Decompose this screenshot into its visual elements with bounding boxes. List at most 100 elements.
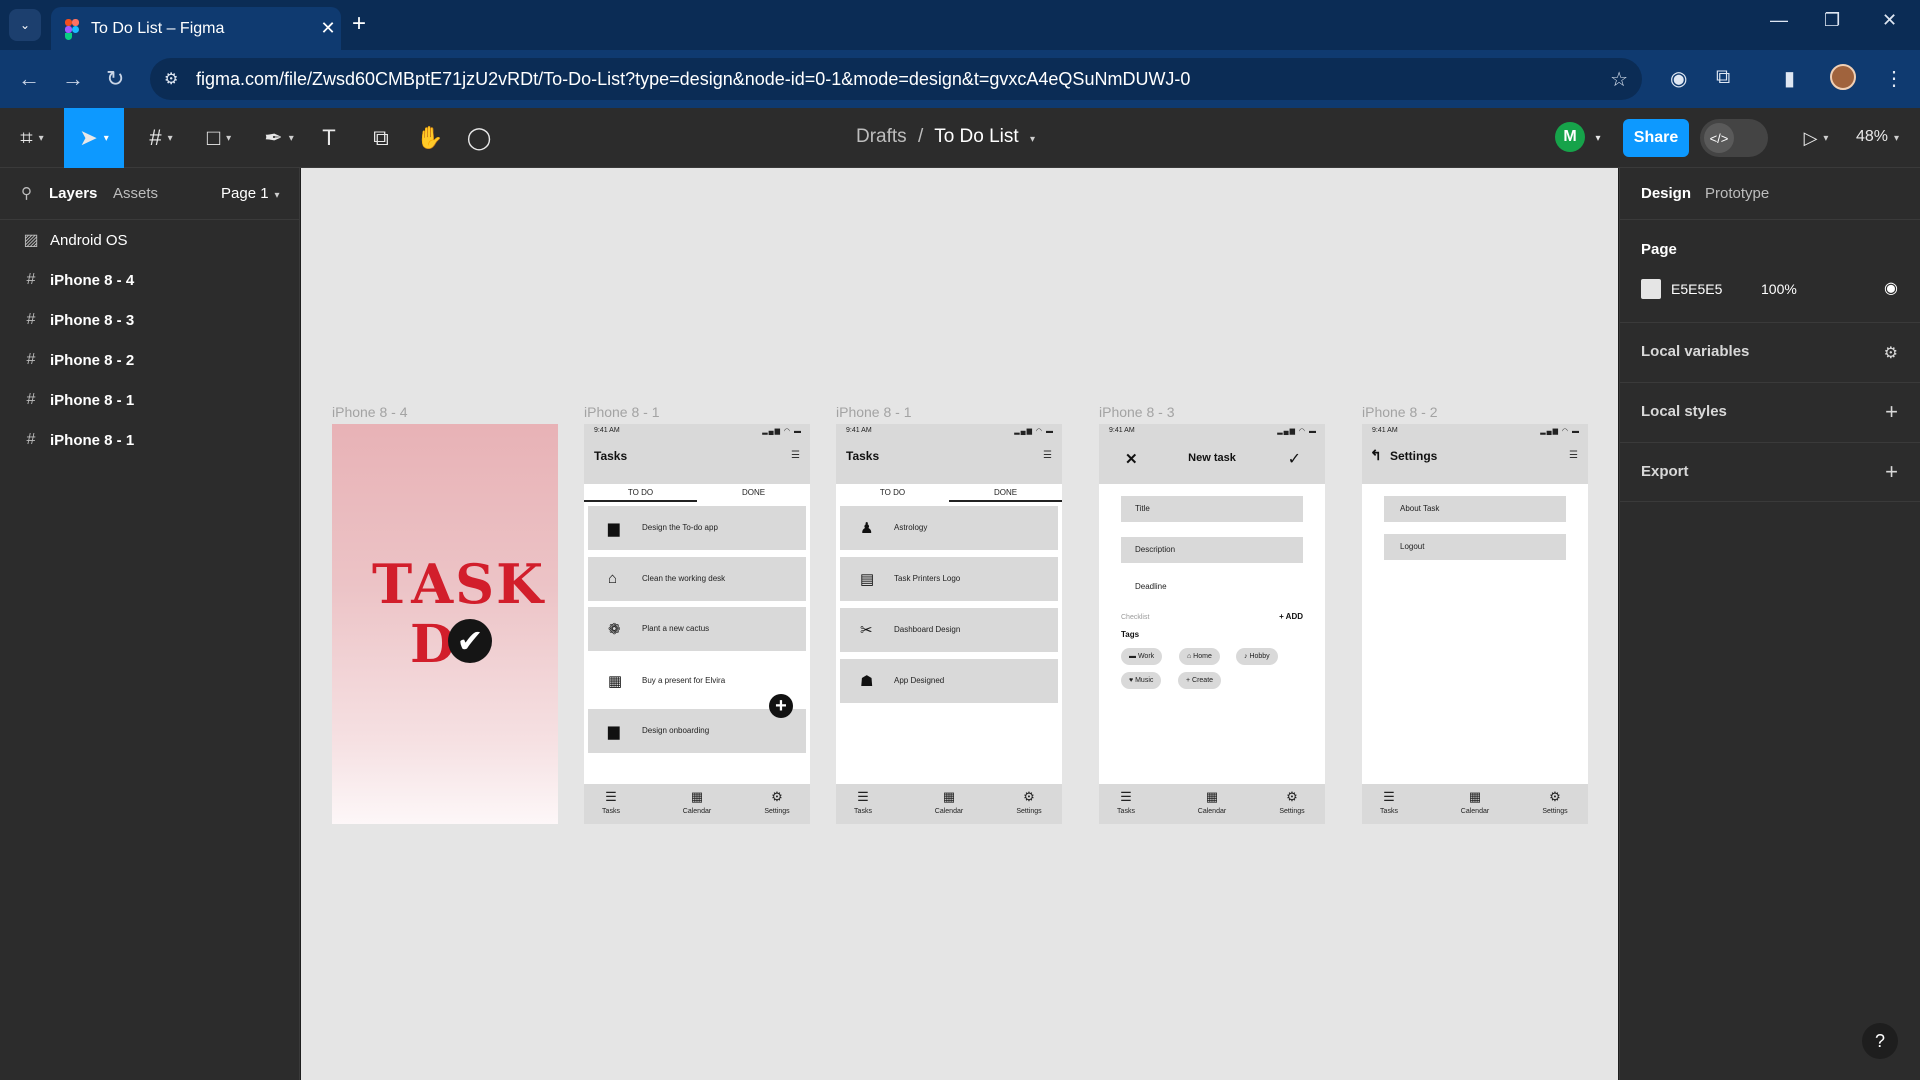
status-time: 9:41 AM (846, 427, 872, 434)
minimize-icon[interactable]: — (1770, 10, 1788, 31)
search-icon[interactable]: ⚲ (21, 184, 32, 202)
comment-tool-icon[interactable]: ◯ (464, 108, 494, 168)
zoom-control[interactable]: 48% ▾ (1856, 128, 1899, 146)
frame-todo-tasks[interactable]: 9:41 AM ▂▄▆ ◠ ▬ Tasks ☰ TO DO DONE ▆ Desi… (584, 424, 810, 824)
help-button[interactable]: ? (1862, 1023, 1898, 1059)
frame-label[interactable]: iPhone 8 - 2 (1362, 404, 1438, 420)
frame-label[interactable]: iPhone 8 - 3 (1099, 404, 1175, 420)
profile-avatar[interactable] (1830, 64, 1856, 90)
frame-done-tasks[interactable]: 9:41 AM ▂▄▆ ◠ ▬ Tasks ☰ TO DO DONE ♟ Astr… (836, 424, 1062, 824)
url-bar[interactable]: ⚙ figma.com/file/Zwsd60CMBptE71jzU2vRDt/… (150, 58, 1642, 100)
close-window-icon[interactable]: ✕ (1882, 10, 1897, 31)
chevron-down-icon[interactable]: ▾ (1030, 134, 1035, 145)
sliders-icon[interactable]: ⚙ (1884, 343, 1898, 363)
sidebar-icon[interactable]: ▮ (1784, 66, 1795, 91)
export-row[interactable]: Export + (1620, 442, 1920, 502)
text-tool-icon[interactable]: T (314, 108, 344, 168)
hand-tool-icon[interactable]: ✋ (415, 108, 445, 168)
eye-icon[interactable]: ◉ (1884, 278, 1898, 298)
page-heading: Page (1641, 241, 1677, 258)
layer-item-iphone-8-3[interactable]: # iPhone 8 - 3 (0, 300, 300, 340)
tag-chip-music: ♥ Music (1121, 672, 1162, 689)
url-text[interactable]: figma.com/file/Zwsd60CMBptE71jzU2vRDt/To… (196, 69, 1190, 90)
forward-icon[interactable]: → (62, 66, 84, 92)
nav-calendar: ▦ Calendar (1450, 789, 1500, 815)
share-button[interactable]: Share (1623, 119, 1689, 157)
nav-calendar: ▦ Calendar (672, 789, 722, 815)
tab-prototype[interactable]: Prototype (1705, 185, 1769, 202)
nav-label: Tasks (1117, 808, 1135, 815)
tab-close-icon[interactable]: ✕ (315, 18, 341, 39)
page-color-hex[interactable]: E5E5E5 (1671, 281, 1722, 297)
bookmark-star-icon[interactable]: ☆ (1610, 67, 1628, 92)
browser-tab-active[interactable]: To Do List – Figma ✕ (51, 7, 341, 50)
site-info-icon[interactable]: ⚙ (164, 69, 178, 89)
local-styles-row[interactable]: Local styles + (1620, 382, 1920, 442)
frame-label[interactable]: iPhone 8 - 1 (836, 404, 912, 420)
frame-label[interactable]: iPhone 8 - 4 (332, 404, 408, 420)
move-tool-icon[interactable]: ➤ ▾ (64, 108, 124, 168)
cactus-icon: ❁ (608, 621, 621, 638)
tab-layers[interactable]: Layers (49, 185, 97, 202)
layer-item-android-os[interactable]: ▨ Android OS (0, 220, 300, 260)
layer-item-iphone-8-1-copy[interactable]: # iPhone 8 - 1 (0, 420, 300, 460)
page-opacity[interactable]: 100% (1761, 281, 1797, 297)
page-selector[interactable]: Page 1 ▾ (221, 185, 280, 202)
nav-calendar: ▦ Calendar (924, 789, 974, 815)
reload-icon[interactable]: ↻ (106, 66, 124, 92)
splash-logo-task: TASK (372, 552, 546, 616)
frame-label[interactable]: iPhone 8 - 1 (584, 404, 660, 420)
new-tab-button[interactable]: + (352, 10, 366, 38)
breadcrumb-drafts[interactable]: Drafts (856, 126, 907, 147)
menu-icon[interactable]: ⋮ (1884, 66, 1904, 91)
tab-design[interactable]: Design (1641, 185, 1691, 202)
calendar-icon: ▆ (608, 520, 620, 537)
frame-tool-icon[interactable]: # ▾ (138, 108, 184, 168)
nav-label: Calendar (1197, 808, 1227, 815)
extension-shield-icon[interactable]: ◉ (1670, 66, 1687, 91)
screen-title: Settings (1390, 449, 1438, 463)
tab-assets[interactable]: Assets (113, 185, 158, 202)
task-label: Plant a new cactus (642, 624, 710, 633)
tab-search-chevron-icon[interactable]: ⌄ (9, 9, 41, 41)
shape-tool-icon[interactable]: □ ▾ (196, 108, 242, 168)
layer-item-iphone-8-2[interactable]: # iPhone 8 - 2 (0, 340, 300, 380)
user-avatar[interactable]: M (1555, 122, 1585, 152)
layer-name: iPhone 8 - 2 (50, 351, 135, 369)
resources-icon[interactable]: ⧉ (366, 108, 396, 168)
filter-icon: ☰ (791, 450, 800, 461)
frame-icon: # (26, 391, 36, 408)
dev-mode-toggle[interactable]: </> (1700, 119, 1768, 157)
list-icon: ☰ (605, 789, 617, 804)
back-icon[interactable]: ← (18, 66, 40, 92)
tab-done: DONE (993, 488, 1018, 497)
calendar-icon: ▦ (690, 789, 704, 804)
frame-new-task[interactable]: 9:41 AM ▂▄▆ ◠ ▬ ✕ New task ✓ Title Descr… (1099, 424, 1325, 824)
file-name[interactable]: To Do List (934, 126, 1018, 147)
page-color-swatch[interactable] (1641, 279, 1661, 299)
app-header: Tasks ☰ (584, 438, 810, 484)
tag-chip-home: ⌂ Home (1179, 648, 1220, 665)
task-card: ▤ Task Printers Logo (840, 557, 1058, 601)
layers-panel: ⚲ Layers Assets Page 1 ▾ ▨ Android OS # i… (0, 168, 300, 1080)
frame-splash[interactable]: TASK D ✔ (332, 424, 558, 824)
present-play-icon[interactable]: ▷ ▾ (1796, 108, 1836, 168)
task-label: Buy a present for Elvira (642, 676, 726, 685)
extension-icon[interactable]: ⧉ (1716, 66, 1730, 89)
chevron-down-icon[interactable]: ▾ (1588, 108, 1608, 168)
frame-settings[interactable]: 9:41 AM ▂▄▆ ◠ ▬ ↰ Settings ☰ About Task … (1362, 424, 1588, 824)
pen-tool-icon[interactable]: ✒ ▾ (256, 108, 302, 168)
layer-item-iphone-8-4[interactable]: # iPhone 8 - 4 (0, 260, 300, 300)
layer-item-iphone-8-1[interactable]: # iPhone 8 - 1 (0, 380, 300, 420)
main-menu-icon[interactable]: ⌗ ▾ (10, 108, 54, 168)
local-variables-row[interactable]: Local variables ⚙ (1620, 322, 1920, 382)
add-export-icon[interactable]: + (1885, 459, 1898, 485)
add-style-icon[interactable]: + (1885, 399, 1898, 425)
restore-icon[interactable]: ❐ (1824, 10, 1840, 31)
task-tabs: TO DO DONE (836, 484, 1062, 502)
local-variables-label: Local variables (1641, 343, 1750, 360)
calendar-icon: ▦ (1205, 789, 1219, 804)
task-label: Clean the working desk (642, 574, 726, 583)
frame-icon: # (26, 431, 36, 448)
design-canvas[interactable]: iPhone 8 - 4 iPhone 8 - 1 iPhone 8 - 1 i… (301, 168, 1618, 1080)
